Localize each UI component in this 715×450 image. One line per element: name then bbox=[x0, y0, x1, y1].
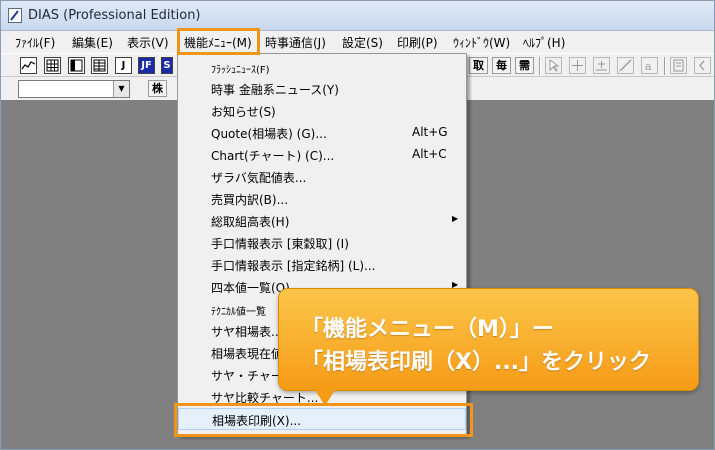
trend-line-icon[interactable] bbox=[617, 57, 634, 74]
menu-item-broker-tokyo[interactable]: 手口情報表示 [東穀取] (I) bbox=[178, 232, 466, 254]
callout-tail bbox=[315, 390, 335, 406]
text-tool-icon[interactable]: a bbox=[641, 57, 658, 74]
menu-view[interactable]: 表示(V) bbox=[127, 34, 169, 51]
app-icon bbox=[8, 8, 22, 23]
menu-edit[interactable]: 編集(E) bbox=[72, 34, 113, 51]
toolbar-separator bbox=[539, 57, 541, 75]
ju-button[interactable]: 需 bbox=[515, 57, 534, 74]
menu-item-flash-news[interactable]: ﾌﾗｯｼｭﾆｭｰｽ(F) bbox=[178, 56, 466, 78]
callout-line-2: 「相場表印刷（X）...」をクリック bbox=[301, 350, 652, 375]
jf-button[interactable]: JF bbox=[138, 57, 155, 74]
callout-line-1: 「機能メニュー（M）」ー bbox=[301, 317, 554, 342]
menu-jiji[interactable]: 時事通信(J) bbox=[265, 34, 326, 51]
tori-button[interactable]: 取 bbox=[469, 57, 488, 74]
highlight-menu-function bbox=[177, 28, 260, 55]
menu-item-jiji-news[interactable]: 時事 金融系ニュース(Y) bbox=[178, 78, 466, 100]
menu-item-open-interest[interactable]: 総取組高表(H) ▶ bbox=[178, 210, 466, 232]
menu-settings[interactable]: 設定(S) bbox=[342, 34, 383, 51]
stock-button[interactable]: 株 bbox=[148, 80, 167, 97]
menu-item-chart[interactable]: Chart(チャート) (C)... Alt+C bbox=[178, 144, 466, 166]
submenu-arrow-icon: ▶ bbox=[452, 214, 459, 223]
chevron-down-icon[interactable]: ▼ bbox=[113, 81, 129, 97]
menu-item-zaraba[interactable]: ザラバ気配値表... bbox=[178, 166, 466, 188]
symbol-combobox[interactable]: ▼ bbox=[18, 80, 130, 98]
grid-icon[interactable] bbox=[44, 57, 61, 74]
menu-item-broker-specified[interactable]: 手口情報表示 [指定銘柄] (L)... bbox=[178, 254, 466, 276]
menu-print[interactable]: 印刷(P) bbox=[397, 34, 438, 51]
s-button[interactable]: S bbox=[161, 57, 173, 74]
note-icon[interactable] bbox=[670, 57, 687, 74]
mai-button[interactable]: 毎 bbox=[492, 57, 511, 74]
svg-text:a: a bbox=[645, 60, 652, 73]
shortcut-label: Alt+G bbox=[412, 125, 448, 139]
menu-bar: ﾌｧｲﾙ(F) 編集(E) 表示(V) 機能ﾒﾆｭｰ(M) 時事通信(J) 設定… bbox=[1, 31, 714, 53]
menu-help[interactable]: ﾍﾙﾌﾟ(H) bbox=[523, 34, 565, 51]
level-line-icon[interactable] bbox=[593, 57, 610, 74]
cursor-icon[interactable] bbox=[545, 57, 562, 74]
toolbar-separator bbox=[664, 57, 666, 75]
menu-file[interactable]: ﾌｧｲﾙ(F) bbox=[15, 34, 55, 51]
j-button[interactable]: J bbox=[115, 57, 132, 74]
highlight-quote-print bbox=[174, 403, 473, 437]
shortcut-label: Alt+C bbox=[412, 147, 447, 161]
app-window: DIAS (Professional Edition) ﾌｧｲﾙ(F) 編集(E… bbox=[0, 0, 715, 450]
instruction-callout: 「機能メニュー（M）」ー 「相場表印刷（X）...」をクリック bbox=[278, 288, 699, 406]
title-bar[interactable]: DIAS (Professional Edition) bbox=[1, 1, 714, 31]
chart-icon[interactable] bbox=[20, 57, 37, 74]
window-title: DIAS (Professional Edition) bbox=[28, 8, 201, 23]
prev-icon[interactable] bbox=[694, 57, 711, 74]
menu-window[interactable]: ｳｨﾝﾄﾞｳ(W) bbox=[453, 34, 510, 51]
cross-cursor-icon[interactable] bbox=[569, 57, 586, 74]
table-icon[interactable] bbox=[91, 57, 108, 74]
window-icon[interactable] bbox=[68, 57, 85, 74]
menu-item-notices[interactable]: お知らせ(S) bbox=[178, 100, 466, 122]
menu-item-quote[interactable]: Quote(相場表) (G)... Alt+G bbox=[178, 122, 466, 144]
menu-item-trade-breakdown[interactable]: 売買内訳(B)... bbox=[178, 188, 466, 210]
